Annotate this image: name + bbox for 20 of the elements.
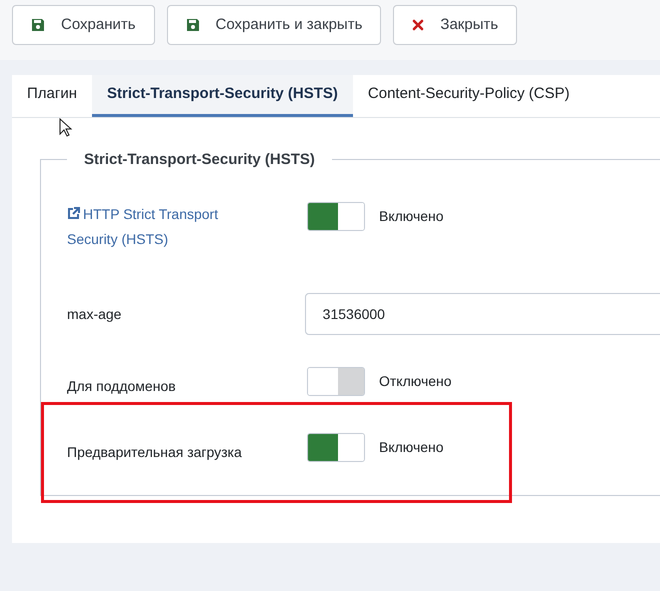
toggle-switch[interactable] [307,367,365,396]
toggle-state: Отключено [379,372,452,391]
tab[interactable]: Content-Security-Policy (CSP) [352,75,585,117]
field-label: max-age [67,305,122,324]
close-icon [412,19,424,31]
tab[interactable]: Strict-Transport-Security (HSTS) [92,75,353,117]
field-label: Предварительная загрузка [67,443,243,462]
save-button[interactable]: Сохранить [12,5,155,45]
save-button[interactable]: Сохранить и закрыть [166,5,382,45]
field-label: Для поддоменов [67,377,177,396]
toggle-switch[interactable] [307,202,365,231]
close-button[interactable]: Закрыть [393,5,518,45]
external-link-icon [67,207,80,220]
mouse-cursor-icon [59,118,73,138]
toggle-state: Включено [379,438,444,457]
tab[interactable]: Плагин [12,75,92,117]
input-field[interactable]: 31536000 [304,293,660,335]
toggle-state: Включено [379,207,444,226]
label-link[interactable]: HTTP Strict Transport Security (HSTS) [67,202,247,252]
toggle-switch[interactable] [307,433,365,462]
